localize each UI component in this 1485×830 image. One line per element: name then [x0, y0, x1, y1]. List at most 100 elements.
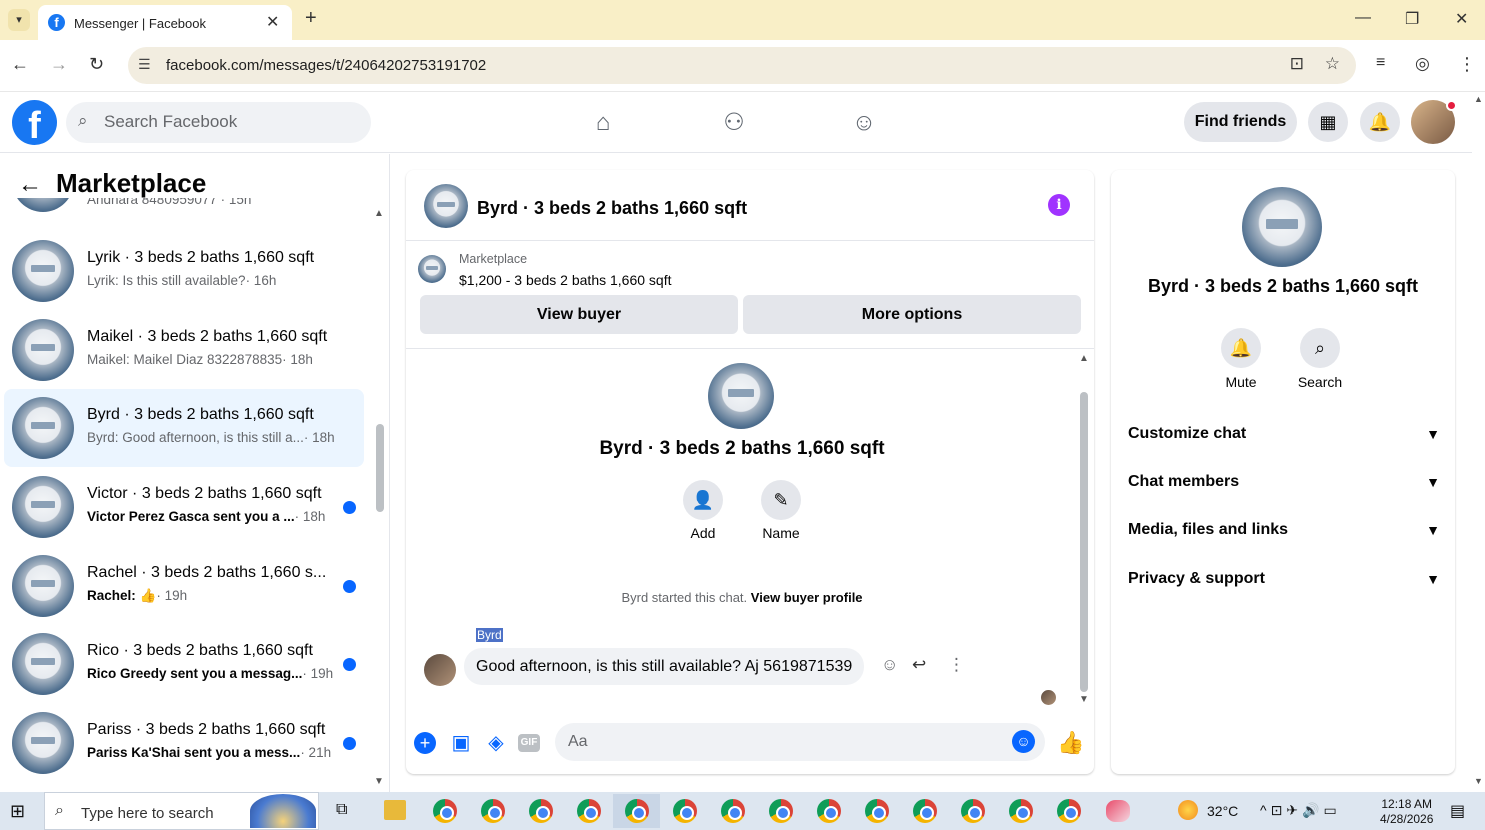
scroll-down-icon[interactable]: ▼	[1474, 776, 1483, 786]
conversation-item-rico[interactable]: Rico · 3 beds 2 baths 1,660 sqft Rico Gr…	[4, 625, 364, 703]
temperature[interactable]: 32°C	[1207, 803, 1238, 819]
photo-icon[interactable]: ▣	[449, 731, 473, 755]
avatar[interactable]	[1411, 100, 1457, 144]
groups-icon[interactable]: ☺	[847, 106, 881, 140]
conversation-item-maikel[interactable]: Maikel · 3 beds 2 baths 1,660 sqft Maike…	[4, 311, 364, 389]
react-emoji-icon[interactable]: ☺	[881, 655, 898, 675]
privacy-support-section[interactable]: Privacy & support ▼	[1128, 559, 1440, 599]
file-explorer-icon[interactable]	[384, 800, 406, 820]
forward-arrow-icon[interactable]: →	[50, 54, 68, 75]
site-info-icon[interactable]: ☰	[138, 56, 151, 73]
conversation-item-victor[interactable]: Victor · 3 beds 2 baths 1,660 sqft Victo…	[4, 468, 364, 546]
customize-chat-section[interactable]: Customize chat ▼	[1128, 414, 1440, 454]
plus-icon[interactable]: +	[414, 732, 436, 754]
minimize-button[interactable]: —	[1355, 9, 1371, 27]
thumbs-up-icon[interactable]: 👍	[1057, 731, 1084, 755]
friends-icon[interactable]: ⚇	[717, 106, 751, 140]
chrome-icon[interactable]	[433, 799, 457, 823]
reply-icon[interactable]: ↩	[912, 655, 926, 675]
message-input[interactable]	[568, 731, 988, 753]
close-window-button[interactable]: ✕	[1455, 9, 1468, 29]
notification-center-icon[interactable]: ▤	[1450, 801, 1465, 821]
sender-avatar[interactable]	[424, 654, 456, 686]
install-app-icon[interactable]: ⊡	[1290, 54, 1304, 74]
more-actions-icon[interactable]: ⋮	[948, 655, 965, 675]
task-view-icon[interactable]: ⧉	[336, 801, 347, 819]
chrome-icon[interactable]	[913, 799, 937, 823]
search-icon[interactable]: ⌕	[1300, 328, 1340, 368]
browser-tab[interactable]: f Messenger | Facebook ✕	[38, 5, 292, 40]
scroll-up-icon[interactable]: ▲	[1079, 353, 1089, 364]
chrome-icon[interactable]	[865, 799, 889, 823]
more-options-button[interactable]: More options	[743, 295, 1081, 334]
listing-thumbnail[interactable]	[418, 255, 446, 283]
home-icon[interactable]: ⌂	[586, 106, 620, 140]
conversation-item-byrd[interactable]: Byrd · 3 beds 2 baths 1,660 sqft Byrd: G…	[4, 389, 364, 467]
new-tab-button[interactable]: +	[305, 7, 317, 30]
chrome-icon[interactable]	[817, 799, 841, 823]
listing-title[interactable]: $1,200 - 3 beds 2 baths 1,660 sqft	[459, 272, 672, 288]
chrome-icon[interactable]	[1009, 799, 1033, 823]
view-buyer-profile-link[interactable]: View buyer profile	[751, 590, 863, 605]
search-input[interactable]	[104, 111, 354, 133]
back-arrow-icon[interactable]: ←	[11, 54, 29, 75]
media-control-icon[interactable]: ≡	[1376, 54, 1385, 72]
menu-grid-icon[interactable]: ▦	[1308, 102, 1348, 142]
sidebar-scrollbar[interactable]	[376, 424, 384, 512]
url-box[interactable]: ☰ facebook.com/messages/t/24064202753191…	[128, 47, 1356, 84]
chrome-icon[interactable]	[721, 799, 745, 823]
scroll-up-icon[interactable]: ▲	[1474, 94, 1483, 104]
restore-button[interactable]: ❐	[1405, 9, 1419, 29]
chrome-icon[interactable]	[1057, 799, 1081, 823]
browser-menu-icon[interactable]: ⋮	[1458, 54, 1476, 75]
conversation-item-lyrik[interactable]: Lyrik · 3 beds 2 baths 1,660 sqft Lyrik:…	[4, 232, 364, 310]
bell-icon[interactable]: 🔔	[1360, 102, 1400, 142]
facebook-logo[interactable]: f	[12, 100, 57, 145]
chrome-icon[interactable]	[625, 799, 649, 823]
chat-scrollbar[interactable]	[1080, 392, 1088, 692]
address-bar-row: ← → ↻ ☰ facebook.com/messages/t/24064202…	[0, 40, 1485, 92]
chrome-icon[interactable]	[481, 799, 505, 823]
scroll-down-icon[interactable]: ▼	[1079, 694, 1089, 705]
clock[interactable]: 12:18 AM 4/28/2026	[1380, 797, 1433, 827]
chrome-icon[interactable]	[961, 799, 985, 823]
bookmark-star-icon[interactable]: ☆	[1325, 54, 1340, 74]
pencil-icon[interactable]: ✎	[761, 480, 801, 520]
conversation-item-pariss[interactable]: Pariss · 3 beds 2 baths 1,660 sqft Paris…	[4, 704, 364, 782]
profile-icon[interactable]: ◎	[1415, 54, 1430, 74]
taskbar-search[interactable]: ⌕ Type here to search	[44, 792, 319, 830]
weather-icon[interactable]	[1178, 800, 1198, 820]
gif-icon[interactable]: GIF	[518, 734, 540, 752]
back-arrow-icon[interactable]: ←	[18, 171, 42, 198]
info-icon[interactable]: i	[1048, 194, 1070, 216]
add-person-icon[interactable]: 👤	[683, 480, 723, 520]
sticker-icon[interactable]: ◈	[484, 731, 508, 755]
chrome-icon[interactable]	[673, 799, 697, 823]
message-input-box[interactable]: ☺	[555, 723, 1045, 761]
bell-icon[interactable]: 🔔	[1221, 328, 1261, 368]
page-scrollbar[interactable]: ▲ ▼	[1472, 92, 1485, 792]
emoji-icon[interactable]: ☺	[1012, 730, 1035, 753]
tab-close-icon[interactable]: ✕	[266, 12, 279, 32]
message-bubble[interactable]: Good afternoon, is this still available?…	[464, 648, 865, 685]
facebook-search[interactable]: ⌕	[66, 102, 371, 143]
chrome-icon[interactable]	[529, 799, 553, 823]
partial-conversation[interactable]: Andhara 8480959077 · 15h	[12, 198, 352, 212]
url-text[interactable]: facebook.com/messages/t/2406420275319170…	[166, 57, 486, 74]
conversation-item-rachel[interactable]: Rachel · 3 beds 2 baths 1,660 s... Rache…	[4, 547, 364, 625]
windows-start-icon[interactable]: ⊞	[10, 801, 25, 822]
media-files-links-section[interactable]: Media, files and links ▼	[1128, 510, 1440, 550]
chat-title[interactable]: Byrd · 3 beds 2 baths 1,660 sqft	[477, 198, 747, 219]
paint-app-icon[interactable]	[1106, 800, 1130, 822]
scroll-down-icon[interactable]: ▼	[374, 776, 384, 787]
chat-avatar[interactable]	[424, 184, 468, 228]
view-buyer-button[interactable]: View buyer	[420, 295, 738, 334]
scroll-up-icon[interactable]: ▲	[374, 208, 384, 219]
tab-search-chevron-icon[interactable]: ▾	[8, 9, 30, 31]
system-tray-icons[interactable]: ^⊡✈🔊▭	[1260, 802, 1341, 819]
reload-icon[interactable]: ↻	[89, 54, 104, 75]
chrome-icon[interactable]	[577, 799, 601, 823]
chat-members-section[interactable]: Chat members ▼	[1128, 462, 1440, 502]
chrome-icon[interactable]	[769, 799, 793, 823]
find-friends-button[interactable]: Find friends	[1184, 102, 1297, 142]
